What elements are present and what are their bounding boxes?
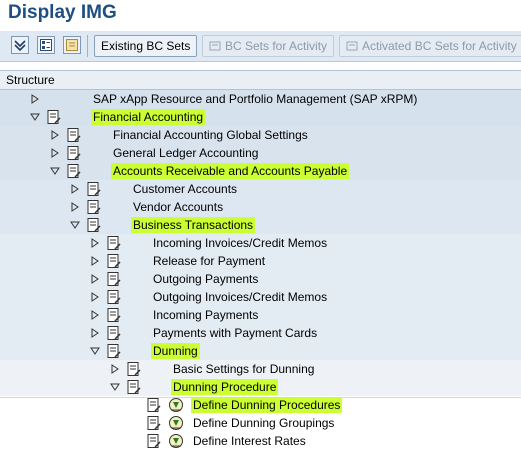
documentation-icon <box>107 344 121 358</box>
expand-all-icon[interactable] <box>11 36 29 54</box>
collapsed-arrow-icon[interactable] <box>30 94 40 104</box>
documentation-icon <box>67 146 81 160</box>
tree-node[interactable]: Incoming Invoices/Credit Memos <box>0 234 521 252</box>
documentation-icon <box>127 362 141 376</box>
documentation-icon <box>87 182 101 196</box>
application-toolbar: Existing BC Sets BC Sets for Activity Ac… <box>0 31 521 62</box>
collapsed-arrow-icon[interactable] <box>70 202 80 212</box>
collapsed-arrow-icon[interactable] <box>50 130 60 140</box>
bookmark-icon[interactable] <box>63 36 81 54</box>
collapsed-arrow-icon[interactable] <box>110 364 120 374</box>
tree-node[interactable]: Dunning Procedure <box>0 378 521 396</box>
collapsed-arrow-icon[interactable] <box>90 238 100 248</box>
documentation-icon <box>107 290 121 304</box>
tree-node[interactable]: Dunning <box>0 342 521 360</box>
bc-set-icon <box>209 41 221 51</box>
structure-column-header: Structure <box>0 70 521 90</box>
documentation-icon <box>147 434 161 448</box>
tree-node[interactable]: Release for Payment <box>0 252 521 270</box>
documentation-icon <box>87 218 101 232</box>
page-title: Display IMG <box>8 2 117 23</box>
collapsed-arrow-icon[interactable] <box>90 328 100 338</box>
existing-bc-sets-button[interactable]: Existing BC Sets <box>94 35 198 57</box>
tree-node[interactable]: Basic Settings for Dunning <box>0 360 521 378</box>
collapsed-arrow-icon[interactable] <box>90 274 100 284</box>
expanded-arrow-icon[interactable] <box>110 382 120 392</box>
tree-node[interactable]: Outgoing Invoices/Credit Memos <box>0 288 521 306</box>
tree-node[interactable]: Financial Accounting Global Settings <box>0 126 521 144</box>
bc-set-icon <box>346 41 358 51</box>
collapsed-arrow-icon[interactable] <box>90 310 100 320</box>
tree-node[interactable]: SAP xApp Resource and Portfolio Manageme… <box>0 90 521 108</box>
collapsed-arrow-icon[interactable] <box>50 148 60 158</box>
tree-node[interactable]: Accounts Receivable and Accounts Payable <box>0 162 521 180</box>
documentation-icon <box>67 128 81 142</box>
tree-activity[interactable]: Define Dunning Procedures <box>0 396 521 414</box>
bc-sets-for-activity-button[interactable]: BC Sets for Activity <box>202 35 335 57</box>
find-icon[interactable] <box>37 36 55 54</box>
documentation-icon <box>107 236 121 250</box>
expanded-arrow-icon[interactable] <box>50 166 60 176</box>
documentation-icon <box>107 254 121 268</box>
tree-node[interactable]: Vendor Accounts <box>0 198 521 216</box>
documentation-icon <box>147 416 161 430</box>
execute-icon[interactable] <box>168 397 184 413</box>
documentation-icon <box>127 380 141 394</box>
documentation-icon <box>107 326 121 340</box>
tree-node[interactable]: Financial Accounting <box>0 108 521 126</box>
collapsed-arrow-icon[interactable] <box>70 184 80 194</box>
selection-divider <box>0 397 521 398</box>
tree-node[interactable]: Customer Accounts <box>0 180 521 198</box>
tree-node[interactable]: Business Transactions <box>0 216 521 234</box>
tree-node[interactable]: Incoming Payments <box>0 306 521 324</box>
documentation-icon <box>87 200 101 214</box>
documentation-icon <box>147 398 161 412</box>
tree-node[interactable]: Outgoing Payments <box>0 270 521 288</box>
title-bar: Display IMG <box>0 0 521 29</box>
execute-icon[interactable] <box>168 415 184 431</box>
execute-icon[interactable] <box>168 433 184 449</box>
documentation-icon <box>107 272 121 286</box>
tree-activity[interactable]: Define Interest Rates <box>0 432 521 450</box>
expanded-arrow-icon[interactable] <box>70 220 80 230</box>
activated-bc-sets-button[interactable]: Activated BC Sets for Activity <box>339 35 521 57</box>
collapsed-arrow-icon[interactable] <box>90 292 100 302</box>
toolbar-separator <box>87 35 88 57</box>
collapsed-arrow-icon[interactable] <box>90 256 100 266</box>
documentation-icon <box>107 308 121 322</box>
documentation-icon <box>67 164 81 178</box>
expanded-arrow-icon[interactable] <box>90 346 100 356</box>
tree-node[interactable]: Payments with Payment Cards <box>0 324 521 342</box>
documentation-icon <box>47 110 61 124</box>
expanded-arrow-icon[interactable] <box>30 112 40 122</box>
tree-node[interactable]: General Ledger Accounting <box>0 144 521 162</box>
tree-activity[interactable]: Define Dunning Groupings <box>0 414 521 432</box>
